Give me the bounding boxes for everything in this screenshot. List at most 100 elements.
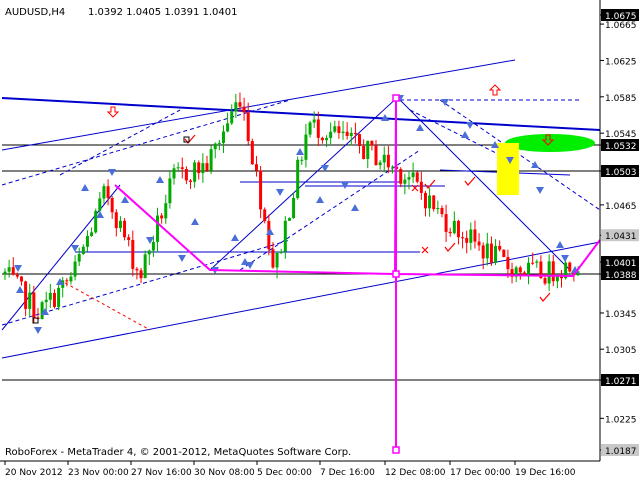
candle-body: [201, 163, 205, 174]
candle-body: [353, 132, 357, 135]
forecast-node: [392, 446, 400, 454]
x-tick-label: 30 Nov 08:00: [194, 468, 255, 478]
candle-body: [131, 239, 135, 269]
candle-body: [415, 172, 419, 182]
candle-body: [189, 180, 193, 182]
candle-body: [370, 140, 374, 146]
candle-body: [489, 243, 493, 263]
chart-ohlc-values: 1.0392 1.0405 1.0391 1.0401: [88, 7, 238, 18]
footer-copyright: RoboForex - MetaTrader 4, © 2001-2012, M…: [5, 447, 351, 458]
candle-body: [139, 270, 143, 279]
candle-body: [423, 192, 427, 209]
candle-body: [292, 198, 296, 219]
candle-body: [333, 126, 337, 132]
candle-body: [44, 299, 48, 303]
candle-body: [473, 229, 477, 242]
candle-body: [502, 249, 506, 257]
candle-body: [65, 280, 69, 282]
candle-body: [151, 241, 155, 251]
x-tick-label: 5 Dec 00:00: [257, 468, 312, 478]
candle-body: [184, 168, 188, 181]
candle-body: [345, 131, 349, 137]
candle-body: [366, 140, 370, 160]
candle-body: [147, 250, 151, 255]
y-tick-label: 1.0271: [605, 377, 637, 387]
candle-body: [518, 267, 522, 273]
y-tick-label: 1.0665: [605, 21, 637, 31]
candle-body: [386, 154, 390, 168]
candle-body: [168, 178, 172, 204]
candle-body: [362, 145, 366, 160]
candle-body: [337, 126, 341, 134]
candle-body: [98, 198, 102, 211]
candle-body: [374, 145, 378, 166]
x-tick-label: 19 Dec 16:00: [515, 468, 576, 478]
candle-body: [217, 142, 221, 144]
candle-body: [555, 276, 559, 282]
candle-body: [456, 220, 460, 238]
candle-body: [57, 287, 61, 307]
candle-body: [242, 106, 246, 113]
y-tick-label: 1.0465: [605, 202, 637, 212]
candle-body: [7, 267, 11, 272]
candle-body: [230, 111, 234, 124]
candle-body: [15, 274, 19, 277]
candle-body: [312, 119, 316, 123]
candle-body: [407, 177, 411, 180]
candle-body: [283, 220, 287, 252]
candle-body: [197, 162, 201, 174]
candle-body: [444, 214, 448, 232]
candle-body: [11, 267, 15, 275]
candle-body: [254, 164, 258, 171]
candle-body: [436, 207, 440, 210]
candle-body: [527, 262, 531, 276]
candle-body: [465, 237, 469, 243]
candle-body: [329, 131, 333, 139]
candle-body: [114, 212, 118, 229]
y-tick-label: 1.0625: [605, 57, 637, 67]
forecast-node: [392, 94, 400, 102]
candle-body: [40, 302, 44, 320]
y-tick-label: 1.0225: [605, 415, 637, 425]
chart-symbol-timeframe: AUDUSD,H4: [5, 7, 65, 18]
candle-body: [143, 254, 147, 279]
candle-body: [106, 186, 110, 199]
candle-body: [506, 256, 510, 270]
candle-body: [452, 220, 456, 234]
candle-body: [568, 262, 572, 272]
x-tick-label: 23 Nov 00:00: [68, 468, 129, 478]
candle-body: [428, 195, 432, 209]
x-tick-label: 17 Dec 00:00: [450, 468, 511, 478]
candle-body: [477, 241, 481, 246]
candle-body: [543, 278, 547, 284]
x-tick-label: 27 Nov 16:00: [131, 468, 192, 478]
candle-body: [296, 159, 300, 199]
candle-body: [156, 215, 160, 242]
candle-body: [205, 163, 209, 171]
y-tick-label: 1.0503: [605, 168, 637, 178]
candle-body: [300, 159, 304, 161]
candle-body: [267, 221, 271, 250]
candle-body: [213, 143, 217, 150]
candle-body: [221, 131, 225, 143]
candle-body: [498, 245, 502, 250]
chart-window: 1.0675 1.0665 1.0625 1.0585 1.0545 1.0532 1.05…: [0, 0, 640, 480]
candle-body: [160, 215, 164, 219]
candle-body: [432, 195, 436, 210]
y-tick-label: 1.0305: [605, 346, 637, 356]
candle-body: [135, 268, 139, 271]
candle-body: [118, 220, 122, 229]
candle-body: [440, 207, 444, 215]
candle-body: [399, 169, 403, 184]
candle-body: [551, 261, 555, 282]
x-tick-label: 7 Dec 16:00: [320, 468, 375, 478]
candle-body: [209, 149, 213, 171]
candle-body: [547, 261, 551, 284]
candle-body: [28, 292, 32, 309]
candle-body: [246, 112, 250, 142]
chart-background: [0, 0, 640, 480]
candle-body: [85, 235, 89, 247]
candle-body: [3, 271, 7, 274]
candle-body: [560, 276, 564, 279]
candle-body: [172, 168, 176, 179]
